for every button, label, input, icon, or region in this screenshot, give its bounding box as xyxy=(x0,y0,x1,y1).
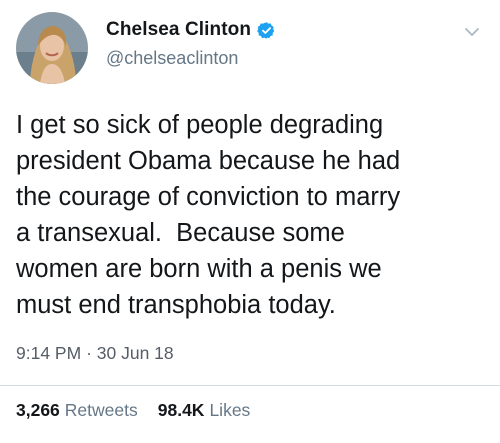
tweet-date: 30 Jun 18 xyxy=(96,343,174,363)
likes-count: 98.4K xyxy=(157,400,205,420)
verified-badge-icon xyxy=(257,21,276,40)
divider xyxy=(0,385,500,386)
tweet-stats: 3,266 Retweets 98.4K Likes xyxy=(16,400,250,421)
likes-label: Likes xyxy=(209,400,251,420)
display-name[interactable]: Chelsea Clinton xyxy=(106,19,251,41)
likes-stat[interactable]: 98.4K Likes xyxy=(158,400,251,421)
retweets-stat[interactable]: 3,266 Retweets xyxy=(16,400,138,421)
avatar-image xyxy=(16,12,88,84)
retweets-count: 3,266 xyxy=(16,400,60,420)
display-name-row: Chelsea Clinton xyxy=(106,18,276,42)
tweet-timestamp[interactable]: 9:14 PM · 30 Jun 18 xyxy=(16,343,174,364)
tweet-header: Chelsea Clinton @chelseaclinton xyxy=(16,12,484,84)
username-handle[interactable]: @chelseaclinton xyxy=(106,48,276,69)
timestamp-separator: · xyxy=(86,343,92,363)
tweet-text: I get so sick of people degrading presid… xyxy=(16,111,401,319)
tweet-time: 9:14 PM xyxy=(16,343,82,363)
chevron-down-icon[interactable] xyxy=(462,22,482,42)
avatar[interactable] xyxy=(16,12,88,84)
author-names: Chelsea Clinton @chelseaclinton xyxy=(106,18,276,69)
tweet-card: Chelsea Clinton @chelseaclinton I get so… xyxy=(0,0,500,443)
retweets-label: Retweets xyxy=(64,400,138,420)
